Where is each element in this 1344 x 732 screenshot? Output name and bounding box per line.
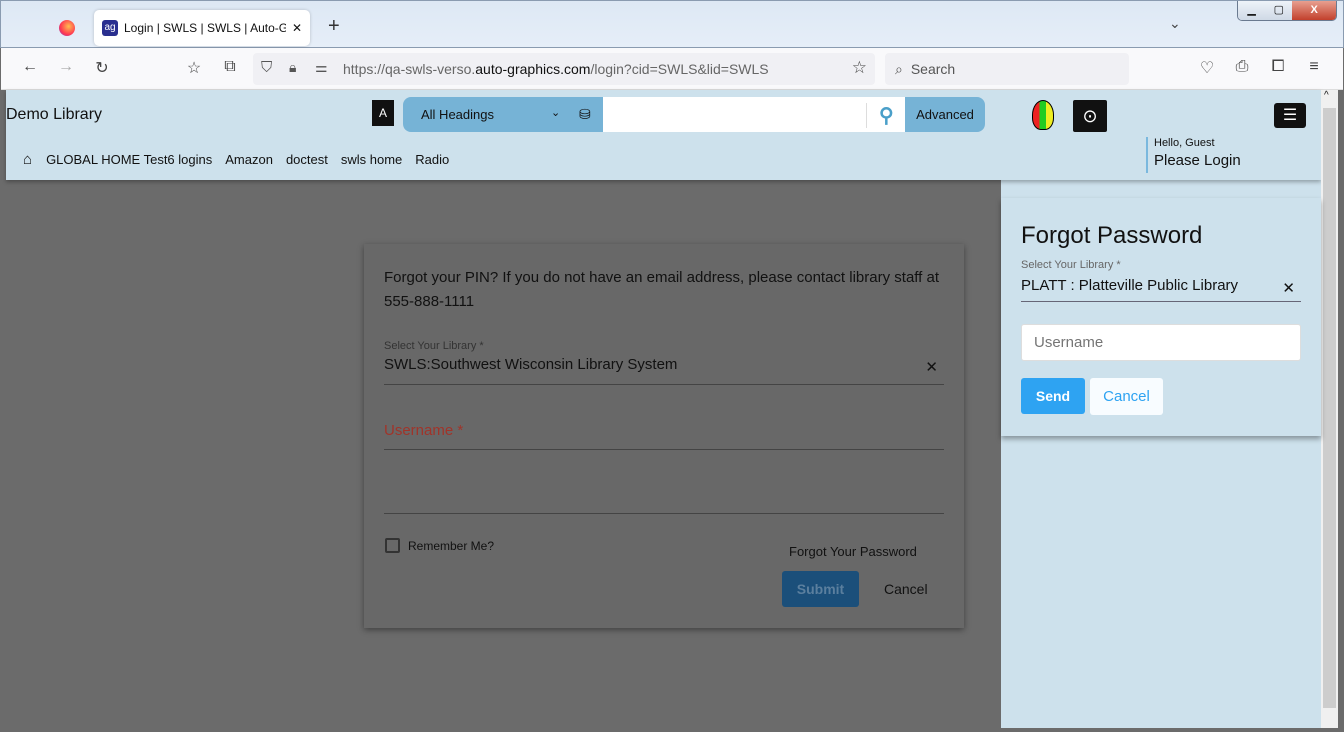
advanced-search-button[interactable]: Advanced (905, 97, 985, 132)
search-placeholder: Search (910, 61, 956, 77)
close-tab-icon[interactable]: ✕ (292, 21, 302, 35)
library-select[interactable]: SWLS:Southwest Wisconsin Library System … (384, 356, 944, 385)
panel-username-input[interactable] (1021, 324, 1301, 361)
forward-icon[interactable]: → (55, 58, 77, 76)
remember-me-checkbox[interactable] (385, 538, 400, 553)
pin-message: Forgot your PIN? If you do not have an e… (384, 269, 940, 310)
share-icon[interactable]: ⧉ (219, 58, 241, 76)
translate-icon[interactable]: A (372, 100, 394, 126)
shield-icon[interactable]: ⛉ (261, 59, 272, 76)
send-button[interactable]: Send (1021, 378, 1085, 414)
database-icon[interactable]: ⛁ (579, 106, 591, 123)
username-field[interactable]: Username * (384, 422, 944, 450)
login-card: Forgot your PIN? If you do not have an e… (364, 244, 964, 628)
search-icon: ⌕ (895, 60, 903, 77)
reload-icon[interactable]: ↻ (91, 58, 113, 78)
scroll-up-icon[interactable]: ^ (1324, 90, 1329, 101)
panel-cancel-button[interactable]: Cancel (1090, 378, 1163, 415)
nav-link-global-home[interactable]: GLOBAL HOME Test6 logins (46, 152, 212, 167)
url-prefix: https://qa-swls-verso. (343, 61, 476, 77)
submit-button[interactable]: Submit (782, 571, 859, 607)
user-greeting: Hello, Guest Please Login (1146, 137, 1241, 173)
browser-search-field[interactable]: ⌕ Search (885, 53, 1129, 85)
search-bar: All Headings ⌄ ⛁ ⚲ Advanced (403, 97, 985, 132)
lock-icon[interactable]: 🔒︎ (289, 59, 296, 76)
library-value: SWLS:Southwest Wisconsin Library System (384, 356, 678, 373)
username-label: Username * (384, 422, 464, 439)
tab-title: Login | SWLS | SWLS | Auto-Gra (124, 21, 286, 35)
bookmark-page-icon[interactable]: ☆ (183, 58, 205, 78)
url-domain: auto-graphics.com (475, 61, 591, 77)
nav-links: ⌂ GLOBAL HOME Test6 logins Amazon doctes… (23, 151, 462, 168)
browser-tab-strip: ag Login | SWLS | SWLS | Auto-Gra ✕ + ⌄ … (0, 0, 1344, 48)
star-icon[interactable]: ☆ (852, 58, 867, 78)
clear-icon[interactable]: ✕ (1282, 279, 1295, 297)
window-controls: ▁ ▢ X (1237, 1, 1337, 21)
library-name[interactable]: Demo Library (6, 106, 102, 124)
extensions-icon[interactable]: ⧠ (1267, 58, 1289, 76)
menu-icon[interactable]: ≡ (1303, 58, 1325, 76)
new-tab-icon[interactable]: + (328, 15, 340, 38)
search-scope-value: All Headings (421, 107, 494, 122)
list-menu-icon[interactable]: ☰ (1274, 103, 1306, 128)
url-bar[interactable]: ⛉ 🔒︎ ⚌ https://qa-swls-verso. auto-graphi… (253, 53, 875, 85)
site-header: Demo Library A All Headings ⌄ ⛁ ⚲ Advanc… (6, 90, 1321, 180)
chevron-down-icon: ⌄ (551, 107, 561, 119)
close-window-icon[interactable]: X (1292, 1, 1336, 20)
forgot-password-panel: Forgot Password Select Your Library * PL… (1001, 198, 1321, 436)
panel-library-select[interactable]: PLATT : Platteville Public Library ✕ (1021, 277, 1301, 302)
nav-link-doctest[interactable]: doctest (286, 152, 328, 167)
library-label: Select Your Library * (384, 340, 484, 352)
back-icon[interactable]: ← (19, 58, 41, 76)
panel-title: Forgot Password (1021, 222, 1203, 249)
browser-toolbar: ← → ↻ ☆ ⧉ ⛉ 🔒︎ ⚌ https://qa-swls-verso. a… (1, 48, 1343, 90)
password-field[interactable] (384, 484, 944, 514)
nav-link-amazon[interactable]: Amazon (225, 152, 273, 167)
minimize-icon[interactable]: ▁ (1238, 1, 1266, 20)
site-favicon-icon: ag (102, 20, 118, 36)
nav-link-radio[interactable]: Radio (415, 152, 449, 167)
shelf-search-icon[interactable]: ⊙ (1073, 100, 1107, 132)
forgot-password-link[interactable]: Forgot Your Password (789, 544, 917, 559)
greeting-text: Hello, Guest (1154, 137, 1215, 149)
permissions-icon[interactable]: ⚌ (315, 59, 328, 76)
tab-list-chevron-icon[interactable]: ⌄ (1169, 15, 1181, 32)
clear-icon[interactable]: ✕ (925, 358, 938, 376)
search-icon[interactable]: ⚲ (866, 103, 894, 128)
pocket-icon[interactable]: ♡ (1196, 58, 1218, 78)
panel-library-value: PLATT : Platteville Public Library (1021, 277, 1239, 294)
maximize-icon[interactable]: ▢ (1265, 1, 1293, 20)
catalog-search-input[interactable] (603, 97, 905, 132)
firefox-icon (59, 20, 75, 36)
cancel-button[interactable]: Cancel (884, 581, 928, 597)
browser-tab[interactable]: ag Login | SWLS | SWLS | Auto-Gra ✕ (94, 10, 310, 46)
print-icon[interactable]: ⎙ (1231, 58, 1253, 76)
hot-air-balloon-icon[interactable] (1032, 100, 1054, 130)
url-suffix: /login?cid=SWLS&lid=SWLS (590, 61, 769, 77)
page-scrollbar[interactable]: ^ (1321, 90, 1338, 728)
home-icon[interactable]: ⌂ (23, 151, 32, 168)
nav-link-swls-home[interactable]: swls home (341, 152, 402, 167)
panel-library-label: Select Your Library * (1021, 259, 1121, 271)
remember-me-label: Remember Me? (408, 539, 495, 553)
search-scope-select[interactable]: All Headings ⌄ ⛁ (403, 97, 603, 132)
please-login-link[interactable]: Please Login (1154, 152, 1241, 169)
